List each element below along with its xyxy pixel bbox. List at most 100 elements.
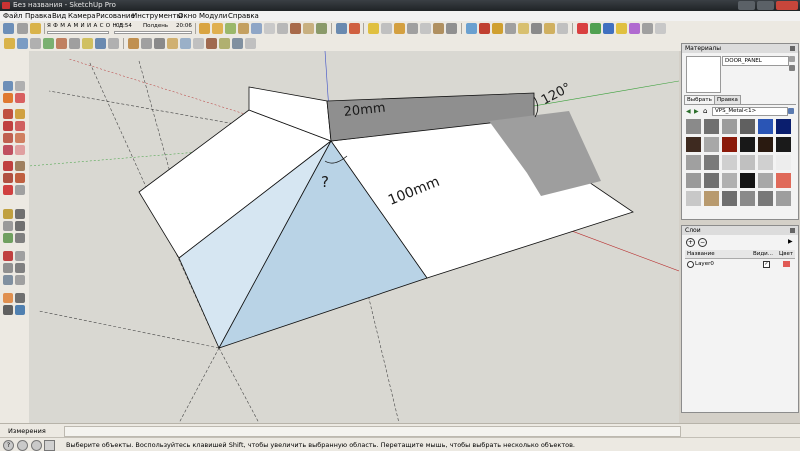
line-icon[interactable] xyxy=(3,109,13,119)
user-icon[interactable] xyxy=(44,440,55,451)
zoom-extents-tool-icon[interactable] xyxy=(3,275,13,285)
face-style-icon[interactable] xyxy=(479,23,490,34)
style-icon[interactable] xyxy=(264,23,275,34)
material-swatch[interactable] xyxy=(758,173,773,188)
style-icon[interactable] xyxy=(225,23,236,34)
section-plane-icon[interactable] xyxy=(15,305,25,315)
column-color[interactable]: Цвет xyxy=(779,251,793,257)
view-icon[interactable] xyxy=(349,23,360,34)
layer-row[interactable]: Layer0 ✓ xyxy=(685,260,795,268)
style-icon[interactable] xyxy=(303,23,314,34)
material-swatch[interactable] xyxy=(758,191,773,206)
component-icon[interactable] xyxy=(154,38,165,49)
maximize-button[interactable] xyxy=(757,1,774,10)
details-icon[interactable] xyxy=(788,108,794,114)
sample-paint-icon[interactable] xyxy=(789,65,795,71)
column-name[interactable]: Название xyxy=(687,251,715,257)
material-swatch[interactable] xyxy=(776,119,791,134)
tab-edit[interactable]: Правка xyxy=(714,95,741,104)
circle-icon[interactable] xyxy=(15,121,25,131)
follow-me-icon[interactable] xyxy=(15,173,25,183)
style-icon[interactable] xyxy=(316,23,327,34)
view-icon[interactable] xyxy=(433,23,444,34)
pie-icon[interactable] xyxy=(15,145,25,155)
protractor-icon[interactable] xyxy=(3,221,13,231)
view-icon[interactable] xyxy=(368,23,379,34)
layer-icon[interactable] xyxy=(629,23,640,34)
style-icon[interactable] xyxy=(238,23,249,34)
details-arrow-icon[interactable]: ▶ xyxy=(788,238,793,245)
select-tool-icon[interactable] xyxy=(3,23,14,34)
measurements-input[interactable] xyxy=(64,426,681,437)
material-swatch[interactable] xyxy=(758,137,773,152)
material-swatch[interactable] xyxy=(776,191,791,206)
create-material-icon[interactable] xyxy=(789,56,795,62)
3d-text-icon[interactable] xyxy=(15,233,25,243)
style-icon[interactable] xyxy=(212,23,223,34)
menu-window[interactable]: Окно xyxy=(178,11,197,21)
style-icon[interactable] xyxy=(277,23,288,34)
face-style-icon[interactable] xyxy=(518,23,529,34)
camera-icon[interactable] xyxy=(17,23,28,34)
help-icon[interactable]: ? xyxy=(3,440,14,451)
pencil-icon[interactable] xyxy=(30,23,41,34)
style-icon[interactable] xyxy=(251,23,262,34)
layer-icon[interactable] xyxy=(642,23,653,34)
layer-icon[interactable] xyxy=(590,23,601,34)
view-icon[interactable] xyxy=(446,23,457,34)
material-swatch[interactable] xyxy=(704,191,719,206)
arc2-icon[interactable] xyxy=(3,145,13,155)
material-swatch[interactable] xyxy=(740,137,755,152)
rectangle-icon[interactable] xyxy=(3,121,13,131)
pan-icon[interactable] xyxy=(17,38,28,49)
home-icon[interactable]: ⌂ xyxy=(703,107,707,115)
view-icon[interactable] xyxy=(336,23,347,34)
menu-view[interactable]: Вид xyxy=(52,11,66,21)
close-icon[interactable] xyxy=(790,228,795,233)
axes-icon[interactable] xyxy=(3,233,13,243)
select-arrow-icon[interactable] xyxy=(3,81,13,91)
material-swatch[interactable] xyxy=(686,119,701,134)
active-layer-radio[interactable] xyxy=(687,261,694,268)
zoom-window-icon[interactable] xyxy=(43,38,54,49)
material-swatch[interactable] xyxy=(722,173,737,188)
view-icon[interactable] xyxy=(407,23,418,34)
menu-camera[interactable]: Камера xyxy=(68,11,96,21)
arc-icon[interactable] xyxy=(15,133,25,143)
time-slider[interactable] xyxy=(114,31,192,34)
walk-tool-icon[interactable] xyxy=(3,305,13,315)
material-swatch[interactable] xyxy=(704,155,719,170)
view-icon[interactable] xyxy=(394,23,405,34)
drawing-viewport[interactable]: 20mm 120° 100mm ? xyxy=(29,51,679,423)
text-icon[interactable] xyxy=(15,221,25,231)
tape-measure-icon[interactable] xyxy=(3,209,13,219)
material-swatch[interactable] xyxy=(740,191,755,206)
close-icon[interactable] xyxy=(790,46,795,51)
component-icon[interactable] xyxy=(245,38,256,49)
eraser-icon[interactable] xyxy=(15,93,25,103)
face-style-icon[interactable] xyxy=(531,23,542,34)
position-camera-icon[interactable] xyxy=(3,293,13,303)
scale-icon[interactable] xyxy=(3,185,13,195)
zoom-icon[interactable] xyxy=(30,38,41,49)
layer-icon[interactable] xyxy=(603,23,614,34)
menu-tools[interactable]: Инструменты xyxy=(132,11,182,21)
face-style-icon[interactable] xyxy=(466,23,477,34)
menu-help[interactable]: Справка xyxy=(228,11,259,21)
material-swatch[interactable] xyxy=(758,119,773,134)
material-swatch[interactable] xyxy=(686,137,701,152)
orbit-tool-icon[interactable] xyxy=(3,251,13,261)
material-swatch[interactable] xyxy=(776,173,791,188)
previous-view-icon[interactable] xyxy=(69,38,80,49)
material-swatch[interactable] xyxy=(686,155,701,170)
menu-draw[interactable]: Рисование xyxy=(96,11,135,21)
material-swatch[interactable] xyxy=(740,173,755,188)
material-swatch[interactable] xyxy=(776,155,791,170)
menu-file[interactable]: Файл xyxy=(3,11,22,21)
tab-select[interactable]: Выбрать xyxy=(684,95,715,104)
zoom-tool-icon[interactable] xyxy=(3,263,13,273)
material-swatch[interactable] xyxy=(686,191,701,206)
menu-plugins[interactable]: Модули xyxy=(199,11,227,21)
zoom-window-tool-icon[interactable] xyxy=(15,263,25,273)
face-style-icon[interactable] xyxy=(505,23,516,34)
